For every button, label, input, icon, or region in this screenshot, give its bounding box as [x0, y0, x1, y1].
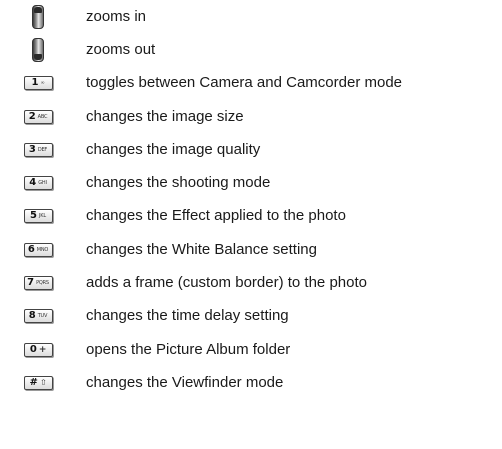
list-item: zooms out — [0, 33, 502, 67]
list-item: 6 MNO changes the White Balance setting — [0, 233, 502, 267]
list-item: 0 + opens the Picture Album folder — [0, 333, 502, 367]
key-6-icon: 6 MNO — [23, 243, 53, 257]
key-5-icon: 5 JKL — [23, 209, 53, 223]
list-item: 1 ∞ toggles between Camera and Camcorder … — [0, 66, 502, 100]
function-description: opens the Picture Album folder — [86, 341, 291, 358]
list-item: 7 PQRS adds a frame (custom border) to th… — [0, 266, 502, 300]
function-description: changes the Viewfinder mode — [86, 374, 284, 391]
function-description: zooms in — [86, 8, 147, 25]
list-item: 3 DEF changes the image quality — [0, 133, 502, 167]
key-2-icon: 2 ABC — [23, 110, 53, 124]
key-8-icon: 8 TUV — [23, 309, 53, 323]
list-item: 2 ABC changes the image size — [0, 100, 502, 134]
list-item: # ⇧ changes the Viewfinder mode — [0, 366, 502, 400]
key-3-icon: 3 DEF — [23, 143, 53, 157]
function-description: changes the White Balance setting — [86, 241, 317, 258]
function-description: zooms out — [86, 41, 156, 58]
key-4-icon: 4 GHI — [23, 176, 53, 190]
function-description: changes the Effect applied to the photo — [86, 207, 346, 224]
list-item: 8 TUV changes the time delay setting — [0, 299, 502, 333]
volume-up-key-icon — [32, 5, 44, 29]
key-hash-icon: # ⇧ — [23, 376, 53, 390]
function-description: adds a frame (custom border) to the phot… — [86, 274, 367, 291]
list-item: 4 GHI changes the shooting mode — [0, 166, 502, 200]
list-item: 5 JKL changes the Effect applied to the p… — [0, 199, 502, 233]
function-description: changes the image size — [86, 108, 244, 125]
volume-down-key-icon — [32, 38, 44, 62]
function-description: changes the shooting mode — [86, 174, 271, 191]
key-7-icon: 7 PQRS — [23, 276, 53, 290]
list-item: zooms in — [0, 0, 502, 34]
key-0-icon: 0 + — [23, 343, 53, 357]
function-description: changes the image quality — [86, 141, 261, 158]
function-description: toggles between Camera and Camcorder mod… — [86, 74, 403, 91]
function-description: changes the time delay setting — [86, 307, 289, 324]
key-1-icon: 1 ∞ — [23, 76, 53, 90]
